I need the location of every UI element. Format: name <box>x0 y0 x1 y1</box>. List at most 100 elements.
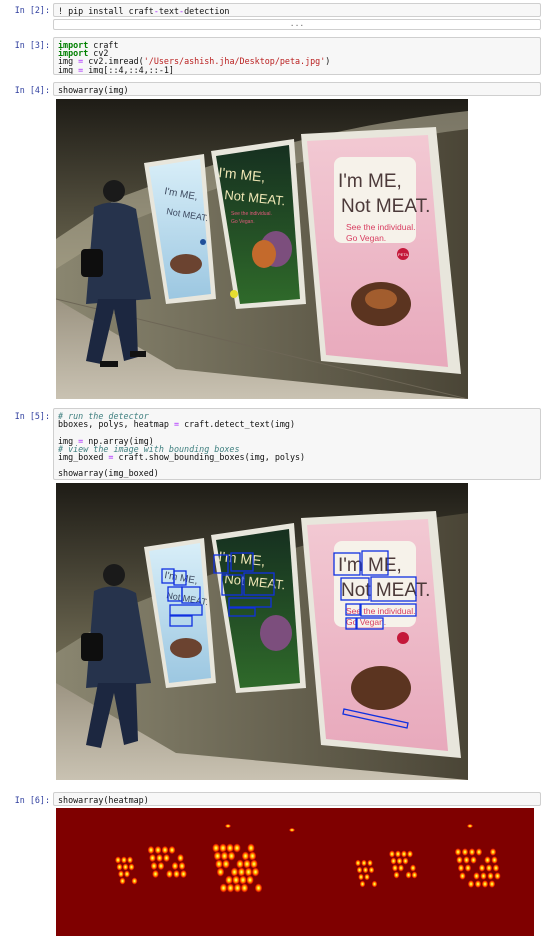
heatmap-blob <box>236 859 244 869</box>
heatmap-blob <box>488 880 496 888</box>
code-line: showarray(heatmap) <box>58 796 536 804</box>
heatmap-blob <box>389 850 395 858</box>
heatmap-blob <box>481 880 489 888</box>
heatmap-blob <box>240 883 249 893</box>
code-line: showarray(img_boxed) <box>58 469 536 477</box>
heatmap-blob <box>355 859 361 867</box>
heatmap-blob <box>254 883 263 893</box>
heatmap-blob <box>178 861 186 871</box>
heatmap-blob <box>233 883 242 893</box>
heatmap-blob <box>124 870 130 878</box>
heatmap-blob <box>212 843 220 853</box>
heatmap-blob <box>491 856 498 864</box>
heatmap-blob <box>119 877 126 885</box>
heatmap-blob <box>215 859 223 869</box>
poster-headline: I'm ME, <box>338 171 402 192</box>
output-image-boxed: I'm ME, Not MEAT. See the individual. Go… <box>56 483 468 780</box>
heatmap-blob <box>230 867 239 877</box>
code-cell[interactable]: # run the detector bboxes, polys, heatmap… <box>53 408 541 480</box>
code-line: img = img[::4,::4,::-1] <box>58 64 536 75</box>
cell-prompt: In [2]: <box>14 5 50 15</box>
heatmap-blob <box>213 851 222 861</box>
heatmap-blob <box>149 853 156 863</box>
heatmap-blob <box>359 880 366 888</box>
heatmap-blob <box>127 856 133 864</box>
heatmap-blob <box>393 871 400 879</box>
heatmap-blob <box>247 843 255 853</box>
code-token: img[::4,::4,::-1] <box>83 64 174 75</box>
poster-headline: I'm ME, <box>338 555 402 576</box>
heatmap-blob <box>244 867 253 877</box>
heatmap-blob <box>168 845 176 855</box>
heatmap-blob <box>368 866 375 874</box>
heatmap-blob <box>390 857 397 865</box>
heatmap-blob <box>402 857 409 865</box>
heatmap-blob <box>494 872 501 880</box>
heatmap-blob <box>361 859 367 867</box>
heatmap-blob <box>131 877 138 885</box>
heatmap-blob <box>358 873 364 881</box>
heatmap-blob <box>239 875 247 885</box>
code-line: bboxes, polys, heatmap = craft.detect_te… <box>58 420 536 428</box>
heatmap-blob <box>241 851 250 861</box>
cell-prompt: In [6]: <box>14 795 50 805</box>
heatmap-blob <box>177 853 184 863</box>
code-cell[interactable]: showarray(img) <box>53 82 541 96</box>
heatmap-blob <box>147 845 155 855</box>
code-cell[interactable]: import craft import cv2 img = cv2.imread('… <box>53 37 541 75</box>
heatmap-blob <box>459 872 466 880</box>
heatmap-blob <box>154 845 162 855</box>
heatmap-blob <box>367 859 373 867</box>
cell-prompt: In [4]: <box>14 85 50 95</box>
heatmap-blob <box>219 843 227 853</box>
output-image-heatmap <box>56 808 534 936</box>
heatmap-blob <box>220 851 229 861</box>
code-token: text <box>158 6 180 16</box>
heatmap-blob <box>398 864 404 872</box>
heatmap-blob <box>161 845 169 855</box>
poster-headline: Not MEAT. <box>341 580 430 601</box>
heatmap-blob <box>122 863 129 871</box>
code-token: showarray(img) <box>58 85 129 95</box>
heatmap-blob <box>364 873 370 881</box>
heatmap-blob <box>227 851 236 861</box>
heatmap-blob <box>246 875 254 885</box>
peta-logo: PETA <box>398 252 408 257</box>
heatmap-blob <box>222 859 230 869</box>
heatmap-blob <box>470 856 477 864</box>
cell-prompt: In [3]: <box>14 40 50 50</box>
heatmap-blob <box>411 871 418 879</box>
heatmap-blob <box>150 861 158 871</box>
heatmap-blob <box>219 883 228 893</box>
code-token: img_boxed <box>58 451 109 462</box>
heatmap-blob <box>463 856 470 864</box>
heatmap-blob <box>226 843 234 853</box>
heatmap-blob <box>156 853 163 863</box>
heatmap-blob <box>362 866 369 874</box>
code-token: detection <box>184 6 230 16</box>
heatmap-blob <box>456 856 463 864</box>
code-token: ! pip install craft <box>58 6 154 16</box>
code-line: import craft <box>58 41 536 49</box>
heatmap-blob <box>405 871 412 879</box>
heatmap-blob <box>474 880 482 888</box>
heatmap-blob <box>116 863 123 871</box>
code-cell[interactable]: showarray(heatmap) <box>53 792 541 806</box>
code-line: ! pip install craft-text-detection <box>58 7 536 15</box>
heatmap-blob <box>468 848 476 856</box>
code-token: showarray(img_boxed) <box>58 468 159 479</box>
heatmap-blob <box>484 856 491 864</box>
heatmap-blob <box>467 880 475 888</box>
heatmap-blob <box>118 870 124 878</box>
heatmap-blob <box>180 869 187 879</box>
poster-subline: See the individual. <box>231 211 272 217</box>
heatmap-blob <box>115 856 121 864</box>
heatmap-blob <box>485 864 493 872</box>
heatmap-blob <box>248 851 257 861</box>
code-line: img_boxed = craft.show_bounding_boxes(im… <box>58 453 536 461</box>
poster-subline: Go Vegan. <box>231 219 255 225</box>
heatmap-blob <box>226 883 235 893</box>
heatmap-blob <box>233 843 241 853</box>
collapsed-output-toggle[interactable]: ... <box>53 19 541 30</box>
code-cell[interactable]: ! pip install craft-text-detection <box>53 3 541 17</box>
